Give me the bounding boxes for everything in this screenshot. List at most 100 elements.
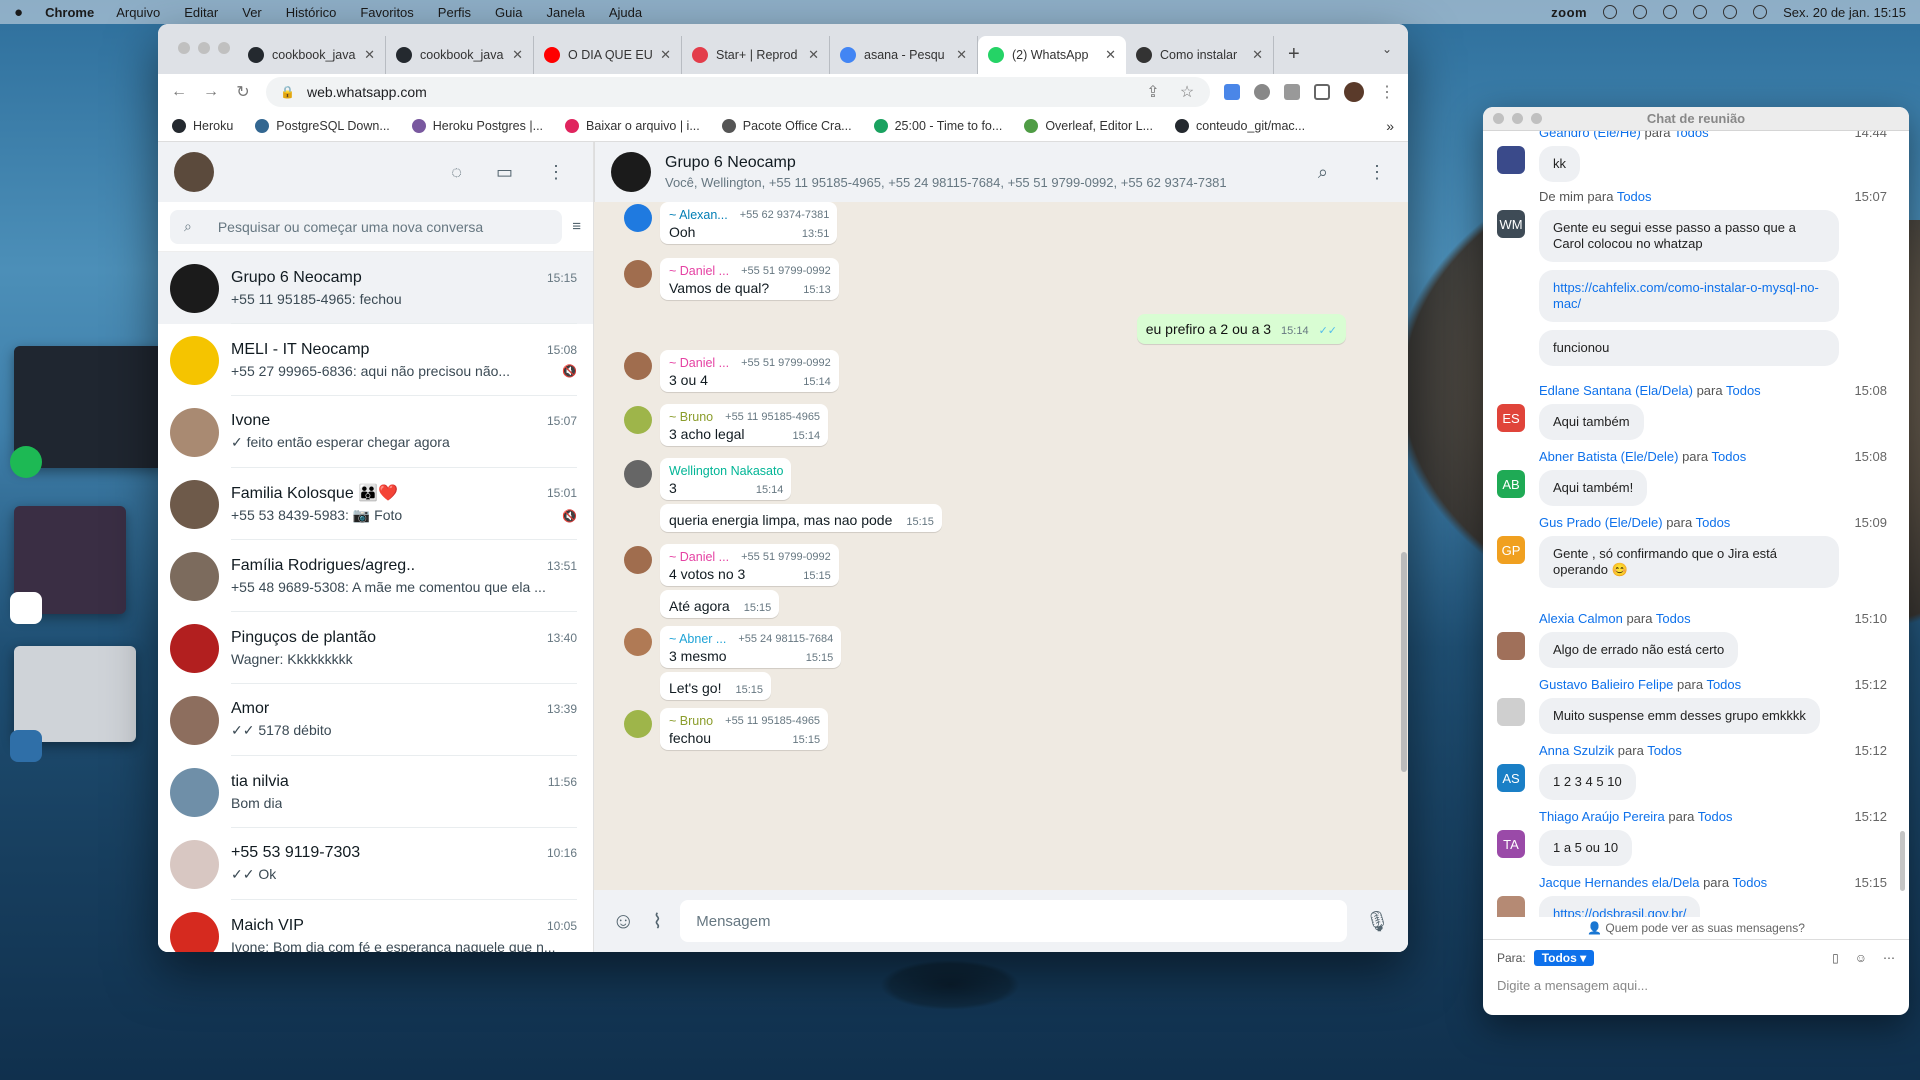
menubar-app-name[interactable]: Chrome bbox=[45, 5, 94, 20]
spotify-icon[interactable] bbox=[10, 446, 42, 478]
message-bubble[interactable]: queria energia limpa, mas nao pode 15:15 bbox=[660, 504, 942, 532]
status-icon[interactable]: ◌ bbox=[451, 162, 462, 183]
minimize-window-button[interactable] bbox=[198, 42, 210, 54]
bookmark-item[interactable]: Heroku bbox=[172, 118, 233, 133]
profile-avatar[interactable] bbox=[1344, 82, 1364, 102]
menu-dots-icon[interactable]: ⋮ bbox=[547, 162, 565, 183]
zoom-close-button[interactable] bbox=[1493, 113, 1504, 124]
search-input[interactable]: ⌕ Pesquisar ou começar uma nova conversa bbox=[170, 209, 563, 244]
control-center-icon[interactable] bbox=[1753, 5, 1768, 19]
reload-button[interactable]: ↻ bbox=[234, 82, 252, 102]
scroll-thumb[interactable] bbox=[1401, 552, 1407, 772]
message-bubble[interactable]: ~ Bruno +55 11 95185-4965 3 acho legal 15:1… bbox=[660, 404, 829, 446]
new-chat-icon[interactable]: ▭ bbox=[496, 162, 513, 183]
file-icon[interactable]: ▯ bbox=[1832, 951, 1839, 965]
browser-tab[interactable]: cookbook_java ✕ bbox=[238, 36, 386, 74]
chat-list-item[interactable]: Grupo 6 Neocamp 15:15 +55 11 95185-4965: f… bbox=[158, 252, 593, 324]
bookmark-item[interactable]: Pacote Office Cra... bbox=[721, 118, 852, 133]
menubar-item[interactable]: Favoritos bbox=[360, 5, 413, 20]
back-button[interactable]: ← bbox=[170, 83, 188, 101]
sender-avatar[interactable] bbox=[624, 260, 652, 288]
tab-close-icon[interactable]: ✕ bbox=[1252, 47, 1263, 63]
maximize-window-button[interactable] bbox=[218, 42, 230, 54]
menubar-item[interactable]: Editar bbox=[184, 5, 218, 20]
sender-avatar[interactable] bbox=[624, 710, 652, 738]
zoom-recipient[interactable]: Todos bbox=[1706, 677, 1741, 692]
chat-list-item[interactable]: Familia Kolosque 👪❤️ 15:01 +55 53 8439-598… bbox=[158, 468, 593, 540]
message-bubble[interactable]: Let's go! 15:15 bbox=[660, 672, 772, 700]
apple-menu-icon[interactable]: ● bbox=[14, 4, 23, 21]
chat-list-item[interactable]: +55 53 9119-7303 10:16 ✓✓ Ok bbox=[158, 828, 593, 900]
filter-icon[interactable]: ≡ bbox=[572, 218, 581, 235]
conversation-menu-icon[interactable]: ⋮ bbox=[1368, 162, 1386, 183]
stage-window-thumbnail-3[interactable] bbox=[14, 646, 136, 742]
zoom-recipient[interactable]: Todos bbox=[1647, 743, 1682, 758]
translate-extension-icon[interactable] bbox=[1224, 84, 1240, 100]
chat-list-item[interactable]: Amor 13:39 ✓✓ 5178 débito bbox=[158, 684, 593, 756]
message-sender[interactable]: ~ Bruno bbox=[669, 410, 713, 424]
zoom-message-link[interactable]: https://odsbrasil.gov.br/ bbox=[1539, 896, 1701, 917]
tab-search-chevron-icon[interactable]: ⌄ bbox=[1382, 42, 1392, 56]
browser-tab[interactable]: (2) WhatsApp ✕ bbox=[978, 36, 1126, 74]
extension-icon[interactable] bbox=[1254, 84, 1270, 100]
message-bubble[interactable]: ~ Bruno +55 11 95185-4965 fechou 15:15 bbox=[660, 708, 829, 750]
conversation-header[interactable]: Grupo 6 Neocamp Você, Wellington, +55 11… bbox=[594, 142, 1408, 202]
conversation-title[interactable]: Grupo 6 Neocamp bbox=[665, 154, 1227, 172]
browser-tab[interactable]: O DIA QUE EU ✕ bbox=[534, 36, 682, 74]
zoom-sender-name[interactable]: Edlane Santana (Ela/Dela) bbox=[1539, 383, 1693, 398]
sender-avatar[interactable] bbox=[624, 628, 652, 656]
menubar-item[interactable]: Ajuda bbox=[609, 5, 642, 20]
outgoing-message-bubble[interactable]: eu prefiro a 2 ou a 3 15:14 ✓✓ bbox=[1136, 314, 1346, 344]
zoom-recipient[interactable]: Todos bbox=[1696, 515, 1731, 530]
bookmark-item[interactable]: Heroku Postgres |... bbox=[411, 118, 543, 133]
extensions-puzzle-icon[interactable] bbox=[1284, 84, 1300, 100]
zoom-sender-name[interactable]: Jacque Hernandes ela/Dela bbox=[1539, 875, 1699, 890]
zoom-sender-name[interactable]: Gus Prado (Ele/Dele) bbox=[1539, 515, 1663, 530]
more-icon[interactable]: ⋯ bbox=[1883, 951, 1895, 965]
message-bubble[interactable]: Até agora 15:15 bbox=[660, 590, 780, 618]
browser-tab[interactable]: Star+ | Reprod ✕ bbox=[682, 36, 830, 74]
search-messages-icon[interactable]: ⌕ bbox=[1318, 162, 1328, 183]
message-sender[interactable]: ~ Alexan... bbox=[669, 208, 728, 222]
status-icon-3[interactable] bbox=[1663, 5, 1678, 19]
zoom-scrollbar[interactable] bbox=[1900, 831, 1905, 891]
message-bubble[interactable]: Wellington Nakasato 3 15:14 bbox=[660, 458, 792, 500]
share-icon[interactable]: ⇪ bbox=[1144, 82, 1162, 102]
browser-tab[interactable]: asana - Pesqu ✕ bbox=[830, 36, 978, 74]
zoom-sender-name[interactable]: Alexia Calmon bbox=[1539, 611, 1623, 626]
browser-tab[interactable]: Como instalar ✕ bbox=[1126, 36, 1274, 74]
zoom-recipient[interactable]: Todos bbox=[1732, 875, 1767, 890]
chat-list-item[interactable]: Pinguços de plantão 13:40 Wagner: Kkkkkkkk… bbox=[158, 612, 593, 684]
microphone-icon[interactable]: 🎙 bbox=[1365, 909, 1390, 934]
forward-button[interactable]: → bbox=[202, 83, 220, 101]
status-icon-2[interactable] bbox=[1633, 5, 1648, 19]
zoom-message-input[interactable]: Digite a mensagem aqui... bbox=[1497, 978, 1895, 993]
tab-close-icon[interactable]: ✕ bbox=[364, 47, 375, 63]
zoom-recipient[interactable]: Todos bbox=[1617, 189, 1652, 204]
zoom-recipient[interactable]: Todos bbox=[1674, 131, 1709, 140]
attach-icon[interactable]: ⌇ bbox=[652, 909, 662, 934]
message-bubble[interactable]: ~ Daniel ... +55 51 9799-0992 4 votos no 3… bbox=[660, 544, 839, 586]
side-panel-icon[interactable] bbox=[1314, 84, 1330, 100]
message-scrollbar[interactable] bbox=[1400, 202, 1408, 890]
tab-close-icon[interactable]: ✕ bbox=[1105, 47, 1116, 63]
address-bar[interactable]: 🔒 web.whatsapp.com ⇪ ☆ bbox=[266, 77, 1210, 107]
tab-close-icon[interactable]: ✕ bbox=[956, 47, 967, 63]
search-icon[interactable] bbox=[1723, 5, 1738, 19]
chat-list-item[interactable]: tia nilvia 11:56 Bom dia bbox=[158, 756, 593, 828]
bookmark-item[interactable]: Baixar o arquivo | i... bbox=[565, 118, 700, 133]
menubar-item[interactable]: Janela bbox=[547, 5, 585, 20]
message-sender[interactable]: ~ Daniel ... bbox=[669, 264, 729, 278]
chat-list-item[interactable]: MELI - IT Neocamp 15:08 +55 27 99965-6836:… bbox=[158, 324, 593, 396]
message-bubble[interactable]: ~ Daniel ... +55 51 9799-0992 3 ou 4 15:14 bbox=[660, 350, 839, 392]
message-bubble[interactable]: ~ Abner ... +55 24 98115-7684 3 mesmo 15:15 bbox=[660, 626, 842, 668]
zoom-sender-name[interactable]: Geandro (Ele/He) bbox=[1539, 131, 1641, 140]
bookmark-item[interactable]: Overleaf, Editor L... bbox=[1024, 118, 1153, 133]
chat-list-item[interactable]: Ivone 15:07 ✓ feito então esperar chegar a… bbox=[158, 396, 593, 468]
message-sender[interactable]: ~ Bruno bbox=[669, 714, 713, 728]
menubar-item[interactable]: Guia bbox=[495, 5, 522, 20]
menubar-item[interactable]: Arquivo bbox=[116, 5, 160, 20]
sender-avatar[interactable] bbox=[624, 460, 652, 488]
message-sender[interactable]: ~ Daniel ... bbox=[669, 550, 729, 564]
menubar-item[interactable]: Perfis bbox=[438, 5, 471, 20]
